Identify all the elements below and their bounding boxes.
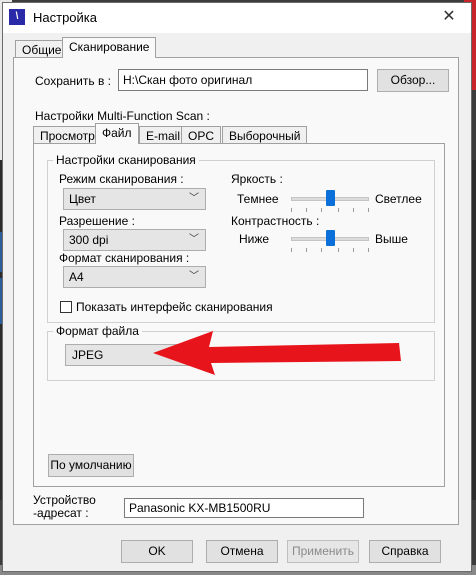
tab-preview[interactable]: Просмотр — [33, 126, 102, 144]
tab-email[interactable]: E-mail — [139, 126, 188, 144]
show-interface-checkbox[interactable] — [60, 301, 72, 313]
contrast-label: Контрастность : — [231, 214, 320, 228]
cancel-button[interactable]: Отмена — [206, 540, 278, 563]
brightness-ticks — [291, 208, 369, 212]
scan-format-value: A4 — [69, 270, 84, 284]
chevron-down-icon: ﹀ — [189, 193, 199, 204]
apply-button: Применить — [287, 540, 359, 563]
contrast-min-label: Ниже — [239, 232, 270, 246]
brightness-label: Яркость : — [231, 172, 283, 186]
chevron-down-icon: ﹀ — [189, 234, 199, 245]
browse-button[interactable]: Обзор... — [377, 69, 449, 92]
app-icon: \ — [9, 9, 25, 25]
close-icon[interactable]: ✕ — [439, 7, 459, 27]
settings-dialog: \ Настройка ✕ Общие Сканирование Сохрани… — [2, 2, 472, 572]
save-to-label: Сохранить в : — [35, 74, 112, 88]
scan-mode-label: Режим сканирования : — [59, 172, 184, 186]
scan-format-label: Формат сканирования : — [59, 251, 190, 265]
red-arrow-annotation — [153, 331, 401, 375]
tab-opc[interactable]: OPC — [181, 126, 222, 144]
brightness-max-label: Светлее — [375, 192, 422, 206]
device-field: Panasonic KX-MB1500RU — [124, 498, 364, 518]
contrast-slider-thumb[interactable] — [325, 230, 335, 246]
tab-scanning[interactable]: Сканирование — [62, 37, 157, 58]
device-label-line2: -адресат : — [33, 506, 89, 520]
chevron-down-icon: ﹀ — [189, 271, 199, 282]
mfs-settings-label: Настройки Multi-Function Scan : — [35, 109, 210, 123]
scan-settings-title: Настройки сканирования — [53, 153, 199, 167]
window-title: Настройка — [33, 10, 97, 25]
resolution-value: 300 dpi — [69, 233, 109, 247]
contrast-ticks — [291, 248, 369, 252]
help-button[interactable]: Справка — [369, 540, 441, 563]
tab-file[interactable]: Файл — [95, 123, 139, 144]
resolution-select[interactable]: 300 dpi ﹀ — [63, 229, 206, 251]
ok-button[interactable]: OK — [121, 540, 193, 563]
contrast-max-label: Выше — [375, 232, 408, 246]
brightness-min-label: Темнее — [237, 192, 279, 206]
file-format-title: Формат файла — [53, 324, 142, 338]
brightness-slider-thumb[interactable] — [325, 190, 335, 206]
save-path-field[interactable]: H:\Скан фото оригинал — [118, 69, 368, 91]
tab-general[interactable]: Общие — [15, 40, 69, 58]
device-label: Устройство -адресат : — [33, 494, 96, 520]
default-button[interactable]: По умолчанию — [48, 454, 134, 477]
file-format-value: JPEG — [72, 348, 104, 362]
show-interface-label: Показать интерфейс сканирования — [76, 300, 273, 314]
title-bar[interactable]: \ Настройка ✕ — [3, 3, 471, 33]
resolution-label: Разрешение : — [59, 214, 135, 228]
tab-custom[interactable]: Выборочный — [222, 126, 308, 144]
scan-mode-value: Цвет — [69, 192, 96, 206]
scan-format-select[interactable]: A4 ﹀ — [63, 266, 206, 288]
scan-mode-select[interactable]: Цвет ﹀ — [63, 188, 206, 210]
